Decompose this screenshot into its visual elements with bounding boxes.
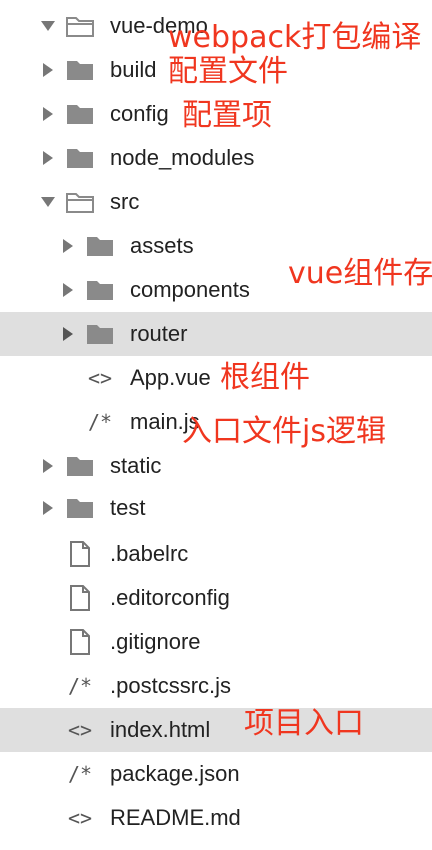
comment-icon: /* <box>87 410 113 434</box>
folder-open-icon <box>64 4 96 48</box>
tree-item-index-html[interactable]: <> index.html <box>0 708 432 752</box>
tree-item-src[interactable]: src <box>0 180 432 224</box>
tree-item-package-json[interactable]: /* package.json <box>0 752 432 796</box>
tree-item-label: build <box>110 57 157 82</box>
annotation-webpack: webpack打包编译 <box>168 20 422 55</box>
chevron-right-icon[interactable] <box>60 312 76 356</box>
tree-item-label: package.json <box>110 761 240 786</box>
tree-item-label: .gitignore <box>110 629 201 654</box>
chevron-right-icon[interactable] <box>60 224 76 268</box>
tree-item-label: .editorconfig <box>110 585 230 610</box>
tree-item-static[interactable]: static <box>0 444 432 488</box>
tree-item-label: node_modules <box>110 145 255 170</box>
folder-icon <box>64 136 96 180</box>
chevron-right-icon[interactable] <box>40 486 56 530</box>
chevron-right-icon[interactable] <box>40 92 56 136</box>
file-icon <box>64 620 96 664</box>
code-icon: <> <box>67 806 93 830</box>
folder-icon <box>84 224 116 268</box>
file-icon <box>64 532 96 576</box>
tree-item-label: .babelrc <box>110 541 189 566</box>
annotation-components: vue组件存 <box>288 256 432 291</box>
folder-open-icon <box>64 180 96 224</box>
tree-item-label: src <box>110 189 140 214</box>
code-icon: <> <box>67 718 93 742</box>
annotation-main: 入口文件js逻辑 <box>182 414 386 449</box>
tree-item-label: components <box>130 277 250 302</box>
annotation-build: 配置文件 <box>168 54 288 89</box>
chevron-down-icon[interactable] <box>40 180 56 224</box>
folder-icon <box>64 92 96 136</box>
folder-icon <box>64 486 96 530</box>
comment-icon: /* <box>67 674 93 698</box>
tree-item-readme[interactable]: <> README.md <box>0 796 432 840</box>
tree-item-label: static <box>110 453 162 478</box>
tree-item-gitignore[interactable]: .gitignore <box>0 620 432 664</box>
comment-icon: /* <box>67 762 93 786</box>
chevron-right-icon[interactable] <box>40 136 56 180</box>
folder-icon <box>64 48 96 92</box>
tree-item-test[interactable]: test <box>0 486 432 530</box>
chevron-right-icon[interactable] <box>40 48 56 92</box>
file-icon <box>64 576 96 620</box>
tree-item-label: .postcssrc.js <box>110 673 232 698</box>
tree-item-postcssrc[interactable]: /* .postcssrc.js <box>0 664 432 708</box>
chevron-right-icon[interactable] <box>60 268 76 312</box>
tree-item-editorconfig[interactable]: .editorconfig <box>0 576 432 620</box>
chevron-right-icon[interactable] <box>40 444 56 488</box>
annotation-config: 配置项 <box>182 98 272 133</box>
annotation-index: 项目入口 <box>244 706 364 741</box>
tree-item-router[interactable]: router <box>0 312 432 356</box>
tree-item-label: App.vue <box>130 365 211 390</box>
tree-item-label: test <box>110 495 146 520</box>
code-icon: <> <box>87 366 113 390</box>
tree-item-label: index.html <box>110 717 211 742</box>
tree-item-label: assets <box>130 233 194 258</box>
tree-item-label: router <box>130 321 188 346</box>
tree-item-app-vue[interactable]: <> App.vue <box>0 356 432 400</box>
tree-item-label: config <box>110 101 169 126</box>
folder-icon <box>84 312 116 356</box>
tree-item-babelrc[interactable]: .babelrc <box>0 532 432 576</box>
tree-item-node-modules[interactable]: node_modules <box>0 136 432 180</box>
annotation-app: 根组件 <box>220 360 310 395</box>
folder-icon <box>84 268 116 312</box>
tree-item-label: README.md <box>110 805 241 830</box>
folder-icon <box>64 444 96 488</box>
chevron-down-icon[interactable] <box>40 4 56 48</box>
